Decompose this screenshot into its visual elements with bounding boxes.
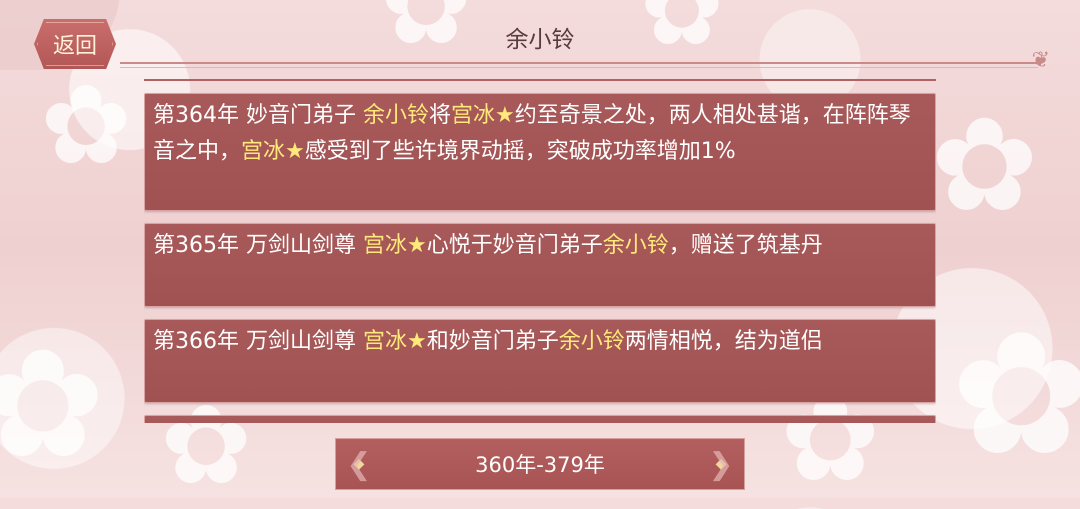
entry-text: 将 xyxy=(429,103,452,128)
character-name-link[interactable]: 宫冰 xyxy=(363,329,407,354)
entry-text: 心悦于妙音门弟子 xyxy=(426,233,603,258)
header-divider xyxy=(120,62,1038,68)
list-item xyxy=(144,415,936,423)
character-name-link[interactable]: 宫冰 xyxy=(241,139,285,164)
flower-decoration: ✿ xyxy=(0,318,106,492)
character-name-link[interactable]: 余小铃 xyxy=(559,329,625,354)
prev-page-button[interactable]: ❮ ◆ xyxy=(336,439,382,489)
list-item: 第364年 妙音门弟子 余小铃将宫冰★约至奇景之处，两人相处甚谐，在阵阵琴音之中… xyxy=(144,93,936,211)
flower-decoration: ✿ xyxy=(950,296,1080,494)
page-title: 余小铃 xyxy=(505,27,575,53)
event-log-list[interactable]: 第364年 妙音门弟子 余小铃将宫冰★约至奇景之处，两人相处甚谐，在阵阵琴音之中… xyxy=(144,81,936,423)
scroll-ornament-icon: ❮ xyxy=(346,446,372,482)
star-icon[interactable]: ★ xyxy=(495,103,515,128)
year-range-label: 360年-379年 xyxy=(475,453,605,477)
star-icon[interactable]: ★ xyxy=(407,233,427,258)
list-item: 第365年 万剑山剑尊 宫冰★心悦于妙音门弟子余小铃，赠送了筑基丹 xyxy=(144,223,936,307)
entry-text: 第364年 妙音门弟子 xyxy=(153,103,363,128)
star-icon[interactable]: ★ xyxy=(407,329,427,354)
entry-text: ，赠送了筑基丹 xyxy=(668,233,823,258)
entry-text: 第366年 万剑山剑尊 xyxy=(153,329,363,354)
list-item: 第366年 万剑山剑尊 宫冰★和妙音门弟子余小铃两情相悦，结为道侣 xyxy=(144,319,936,403)
next-page-button[interactable]: ❯ ◆ xyxy=(698,439,744,489)
scroll-ornament-icon: ❯ xyxy=(708,446,734,482)
flower-decoration: ✿ xyxy=(930,89,1039,241)
character-name-link[interactable]: 宫冰 xyxy=(451,103,495,128)
flower-decoration: ✿ xyxy=(40,61,133,189)
character-name-link[interactable]: 余小铃 xyxy=(363,103,429,128)
entry-text: 和妙音门弟子 xyxy=(426,329,559,354)
entry-text: 第365年 万剑山剑尊 xyxy=(153,233,363,258)
entry-text: 感受到了些许境界动摇，突破成功率增加1% xyxy=(304,139,736,164)
entry-text: 两情相悦，结为道侣 xyxy=(624,329,823,354)
star-icon[interactable]: ★ xyxy=(285,139,305,164)
year-range-pager: ❮ ◆ 360年-379年 ❯ ◆ xyxy=(335,438,745,490)
character-name-link[interactable]: 余小铃 xyxy=(603,233,669,258)
character-name-link[interactable]: 宫冰 xyxy=(363,233,407,258)
swirl-ornament-icon: ❦ xyxy=(1031,48,1050,73)
